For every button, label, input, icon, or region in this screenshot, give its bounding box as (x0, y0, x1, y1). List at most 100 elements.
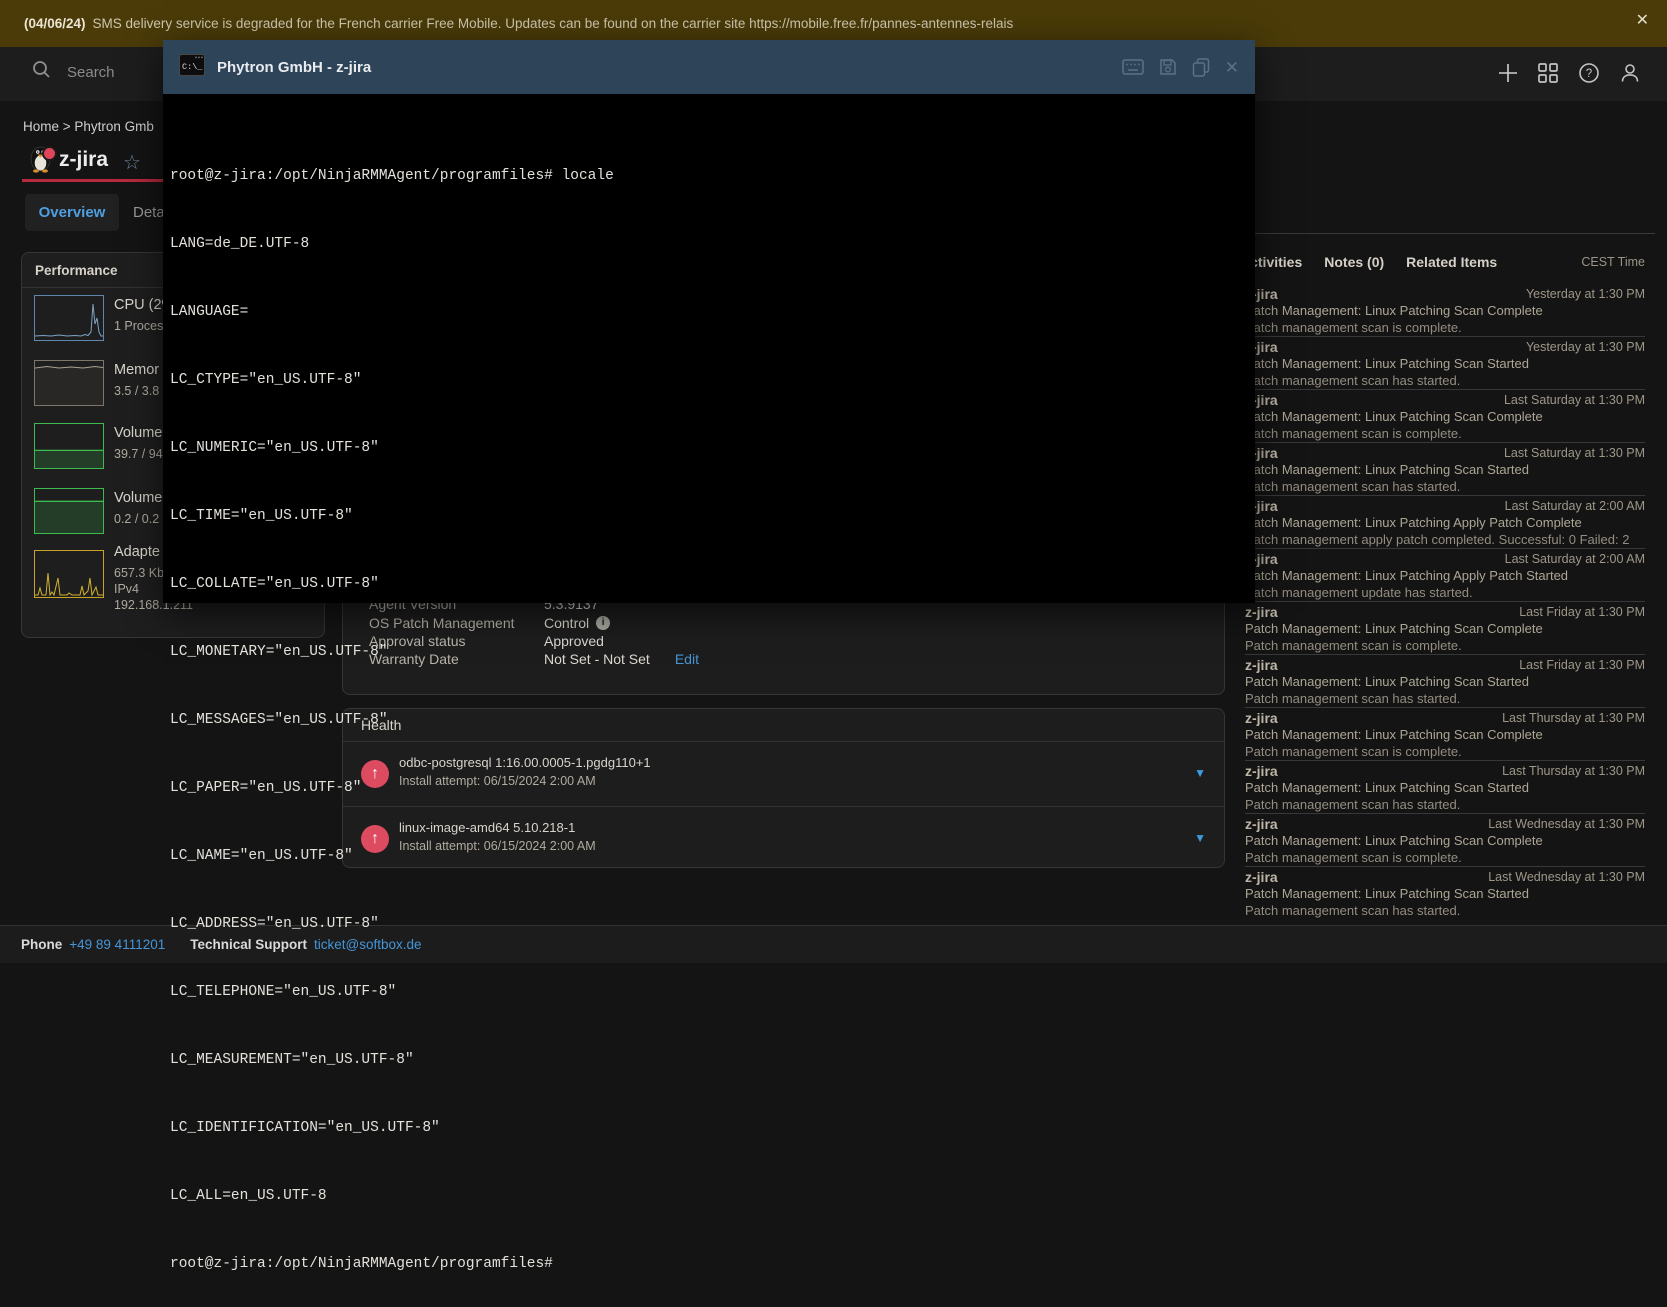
terminal-output: root@z-jira:/opt/NinjaRMMAgent/programfi… (163, 94, 1255, 1307)
terminal-line: LC_COLLATE="en_US.UTF-8" (170, 576, 1255, 593)
activity-time: Last Thursday at 1:30 PM (1502, 764, 1645, 778)
terminal-titlebar[interactable]: C:\_ Phytron GmbH - z-jira ✕ (163, 40, 1255, 94)
activity-entry[interactable]: z-jira Yesterday at 1:30 PM Patch Manage… (1245, 284, 1645, 337)
copy-icon[interactable] (1192, 58, 1210, 77)
terminal-line: root@z-jira:/opt/NinjaRMMAgent/programfi… (170, 1256, 1255, 1273)
activity-title: Patch Management: Linux Patching Scan St… (1245, 674, 1529, 689)
activity-title: Patch Management: Linux Patching Scan Co… (1245, 409, 1543, 424)
activity-time: Yesterday at 1:30 PM (1526, 340, 1645, 354)
terminal-modal: C:\_ Phytron GmbH - z-jira ✕ root@z-jira… (163, 40, 1255, 603)
keyboard-icon[interactable] (1122, 59, 1144, 75)
activity-description: Patch management scan is complete. (1245, 744, 1462, 759)
activity-entry[interactable]: z-jira Last Wednesday at 1:30 PM Patch M… (1245, 814, 1645, 867)
help-icon[interactable]: ? (1578, 62, 1600, 84)
terminal-line: LC_PAPER="en_US.UTF-8" (170, 780, 1255, 797)
activity-title: Patch Management: Linux Patching Apply P… (1245, 568, 1568, 583)
activity-time: Last Friday at 1:30 PM (1519, 605, 1645, 619)
activity-description: Patch management scan has started. (1245, 903, 1460, 918)
svg-text:?: ? (1586, 68, 1592, 80)
phone-link[interactable]: +49 89 4111201 (69, 937, 165, 952)
activity-title: Patch Management: Linux Patching Scan St… (1245, 356, 1529, 371)
activities-panel-divider (1240, 233, 1655, 234)
activity-entry[interactable]: z-jira Last Thursday at 1:30 PM Patch Ma… (1245, 761, 1645, 814)
alert-date: (04/06/24) (24, 16, 86, 31)
terminal-app-icon: C:\_ (179, 54, 205, 81)
terminal-line: LANG=de_DE.UTF-8 (170, 236, 1255, 253)
user-profile-icon[interactable] (1619, 62, 1641, 84)
activity-list: z-jira Yesterday at 1:30 PM Patch Manage… (1245, 284, 1645, 919)
activity-time: Last Saturday at 1:30 PM (1504, 446, 1645, 460)
activity-title: Patch Management: Linux Patching Scan Co… (1245, 727, 1543, 742)
volume1-sub: 39.7 / 94. (114, 447, 166, 461)
terminal-line: LC_MONETARY="en_US.UTF-8" (170, 644, 1255, 661)
activity-description: Patch management scan has started. (1245, 797, 1460, 812)
volume2-label: Volume (114, 490, 162, 506)
terminal-line: LANGUAGE= (170, 304, 1255, 321)
activity-description: Patch management update has started. (1245, 585, 1473, 600)
memory-label: Memor (114, 362, 159, 378)
activity-time: Last Friday at 1:30 PM (1519, 658, 1645, 672)
terminal-line: LC_IDENTIFICATION="en_US.UTF-8" (170, 1120, 1255, 1137)
cpu-chart[interactable] (34, 295, 104, 341)
add-plus-icon[interactable] (1497, 62, 1519, 84)
activity-entry[interactable]: z-jira Yesterday at 1:30 PM Patch Manage… (1245, 337, 1645, 390)
memory-chart[interactable] (34, 360, 104, 406)
activity-title: Patch Management: Linux Patching Scan Co… (1245, 303, 1543, 318)
tab-related-items[interactable]: Related Items (1406, 254, 1497, 270)
terminal-line: LC_TELEPHONE="en_US.UTF-8" (170, 984, 1255, 1001)
activity-entry[interactable]: z-jira Last Saturday at 2:00 AM Patch Ma… (1245, 496, 1645, 549)
activity-description: Patch management scan is complete. (1245, 850, 1462, 865)
activity-entry[interactable]: z-jira Last Thursday at 1:30 PM Patch Ma… (1245, 708, 1645, 761)
apps-grid-icon[interactable] (1537, 62, 1559, 84)
volume1-label: Volume (114, 425, 162, 441)
activity-entry[interactable]: z-jira Last Wednesday at 1:30 PM Patch M… (1245, 867, 1645, 919)
activity-entry[interactable]: z-jira Last Saturday at 1:30 PM Patch Ma… (1245, 443, 1645, 496)
breadcrumb[interactable]: Home > Phytron Gmb (23, 119, 154, 134)
volume2-chart[interactable] (34, 488, 104, 534)
favorite-star-icon[interactable]: ☆ (123, 150, 141, 175)
activity-time: Last Saturday at 2:00 AM (1505, 499, 1645, 513)
activity-title: Patch Management: Linux Patching Scan Co… (1245, 621, 1543, 636)
terminal-close-icon[interactable]: ✕ (1225, 59, 1239, 76)
activity-entry[interactable]: z-jira Last Saturday at 1:30 PM Patch Ma… (1245, 390, 1645, 443)
tab-details[interactable]: Deta (133, 194, 165, 231)
activity-title: Patch Management: Linux Patching Scan St… (1245, 462, 1529, 477)
activity-time: Last Saturday at 2:00 AM (1505, 552, 1645, 566)
phone-label: Phone (21, 937, 62, 952)
activity-title: Patch Management: Linux Patching Scan Co… (1245, 833, 1543, 848)
activity-description: Patch management scan has started. (1245, 373, 1460, 388)
svg-text:C:\_: C:\_ (182, 62, 203, 72)
terminal-line: LC_NUMERIC="en_US.UTF-8" (170, 440, 1255, 457)
activity-entry[interactable]: z-jira Last Saturday at 2:00 AM Patch Ma… (1245, 549, 1645, 602)
activity-entry[interactable]: z-jira Last Friday at 1:30 PM Patch Mana… (1245, 655, 1645, 708)
device-status-badge (42, 146, 57, 161)
tab-notes[interactable]: Notes (0) (1324, 254, 1384, 270)
terminal-line: LC_TIME="en_US.UTF-8" (170, 508, 1255, 525)
activity-description: Patch management scan is complete. (1245, 638, 1462, 653)
activity-time: Last Wednesday at 1:30 PM (1488, 817, 1645, 831)
terminal-line: LC_CTYPE="en_US.UTF-8" (170, 372, 1255, 389)
activity-time: Last Saturday at 1:30 PM (1504, 393, 1645, 407)
tab-overview[interactable]: Overview (25, 194, 119, 231)
adapter-chart[interactable] (34, 550, 104, 598)
alert-message: SMS delivery service is degraded for the… (93, 16, 1014, 31)
banner-close-icon[interactable]: ✕ (1636, 13, 1649, 29)
volume1-chart[interactable] (34, 423, 104, 469)
activity-title: Patch Management: Linux Patching Apply P… (1245, 515, 1582, 530)
search-icon[interactable] (32, 60, 51, 84)
activity-title: Patch Management: Linux Patching Scan St… (1245, 886, 1529, 901)
activity-time: Yesterday at 1:30 PM (1526, 287, 1645, 301)
activity-title: Patch Management: Linux Patching Scan St… (1245, 780, 1529, 795)
page-title: z-jira (59, 148, 108, 172)
terminal-line: LC_MESSAGES="en_US.UTF-8" (170, 712, 1255, 729)
terminal-title: Phytron GmbH - z-jira (217, 59, 371, 76)
terminal-line: LC_NAME="en_US.UTF-8" (170, 848, 1255, 865)
terminal-line: LC_MEASUREMENT="en_US.UTF-8" (170, 1052, 1255, 1069)
timezone-label: CEST Time (1581, 255, 1645, 269)
save-icon[interactable] (1159, 58, 1177, 76)
activity-time: Last Wednesday at 1:30 PM (1488, 870, 1645, 884)
cpu-sub: 1 Process (114, 319, 170, 333)
activity-time: Last Thursday at 1:30 PM (1502, 711, 1645, 725)
activity-entry[interactable]: z-jira Last Friday at 1:30 PM Patch Mana… (1245, 602, 1645, 655)
terminal-line: LC_ADDRESS="en_US.UTF-8" (170, 916, 1255, 933)
